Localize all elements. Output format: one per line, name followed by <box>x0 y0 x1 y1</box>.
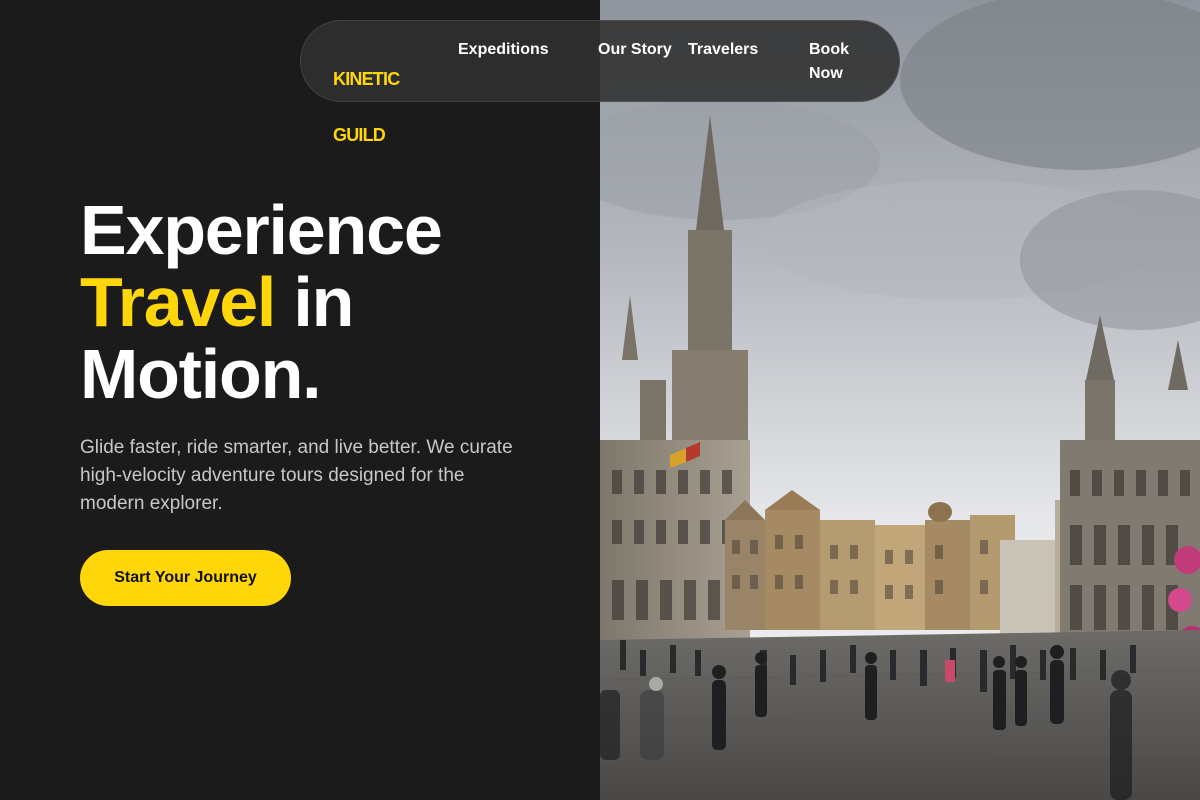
logo-line2: GUILD <box>333 125 386 145</box>
hero-subtitle: Glide faster, ride smarter, and live bet… <box>80 437 513 514</box>
hero-photo <box>600 0 1200 800</box>
nav-links: Expeditions Our Story Travelers Book Now <box>458 37 869 86</box>
nav-link-expeditions[interactable]: Expeditions <box>458 37 598 86</box>
nav-link-our-story[interactable]: Our Story <box>598 37 688 86</box>
brand-logo[interactable]: KINETIC GUILD <box>333 37 428 177</box>
nav-link-book-now[interactable]: Book Now <box>809 37 869 86</box>
hero-title-line3: Motion. <box>80 335 322 413</box>
top-navigation: KINETIC GUILD Expeditions Our Story Trav… <box>300 20 900 145</box>
hero-title: Experience Travel in Motion. <box>80 194 560 410</box>
landing-page: KINETIC GUILD Expeditions Our Story Trav… <box>0 0 1200 800</box>
hero-title-line2-rest: in <box>275 263 354 341</box>
nav-link-travelers[interactable]: Travelers <box>688 37 809 86</box>
hero-title-line1: Experience <box>80 191 443 269</box>
logo-line1: KINETIC <box>333 69 400 89</box>
hero-title-accent: Travel <box>80 263 276 341</box>
start-journey-button[interactable]: Start Your Journey <box>80 550 291 606</box>
